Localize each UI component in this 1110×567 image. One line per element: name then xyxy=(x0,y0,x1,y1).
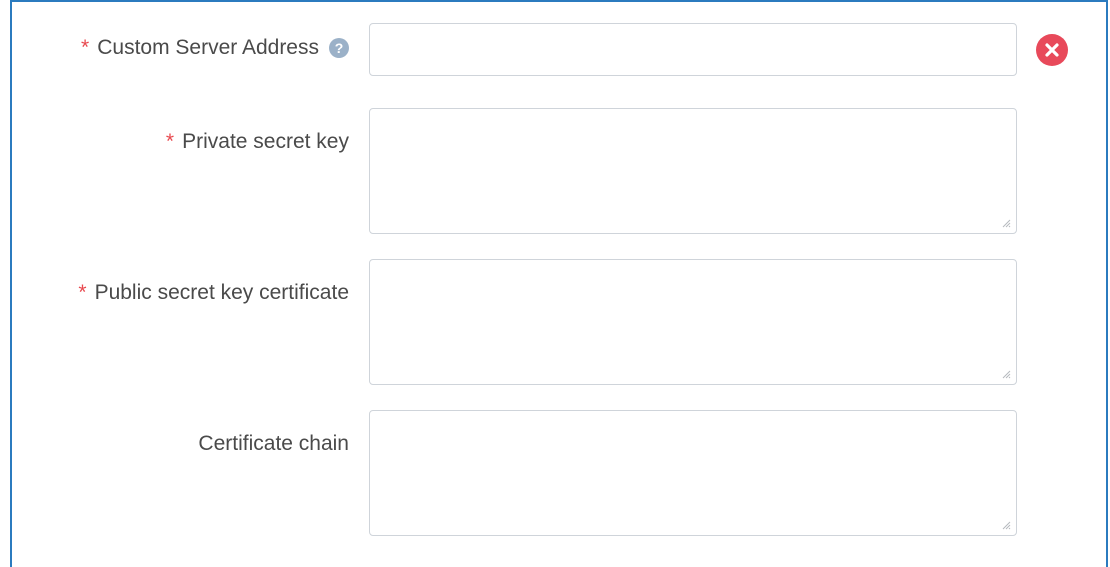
required-marker: * xyxy=(165,130,175,153)
private-secret-key-label: * Private secret key xyxy=(165,130,349,153)
private-secret-key-textarea[interactable] xyxy=(369,108,1017,234)
certificate-chain-textarea[interactable] xyxy=(369,410,1017,536)
custom-server-address-input[interactable] xyxy=(369,23,1017,76)
public-secret-key-certificate-label: * Public secret key certificate xyxy=(78,281,349,304)
public-secret-key-certificate-textarea[interactable] xyxy=(369,259,1017,385)
required-marker: * xyxy=(78,281,87,304)
custom-server-address-label: * Custom Server Address? xyxy=(81,36,349,60)
certificate-chain-label: Certificate chain xyxy=(198,432,349,455)
question-circle-icon[interactable]: ? xyxy=(329,38,349,58)
required-marker: * xyxy=(81,36,90,59)
close-circle-icon[interactable] xyxy=(1036,34,1068,66)
